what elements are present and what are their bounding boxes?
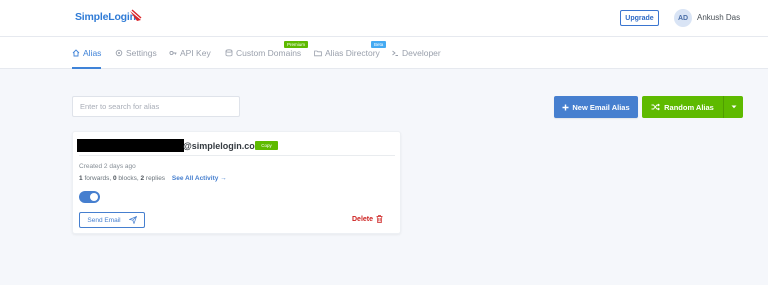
folder-icon	[314, 50, 322, 57]
active-tab-indicator	[72, 67, 101, 69]
tab-api-key-label: API Key	[180, 48, 211, 58]
send-email-label: Send Email	[87, 216, 121, 224]
replies-count: 2	[140, 175, 145, 182]
alias-card: @simplelogin.co Copy Created 2 days ago …	[72, 131, 401, 234]
app-logo[interactable]: SimpleLogin	[75, 11, 136, 23]
blocks-count: 0	[112, 175, 117, 182]
new-alias-label: New Email Alias	[572, 102, 630, 112]
trash-icon	[376, 215, 383, 223]
redacted-alias-name	[77, 139, 184, 152]
tab-custom-domains[interactable]: Custom Domains	[225, 48, 301, 58]
random-alias-dropdown[interactable]	[723, 96, 743, 118]
replies-label: replies	[145, 175, 166, 182]
avatar[interactable]: AD	[674, 9, 692, 27]
tab-settings[interactable]: Settings	[115, 48, 157, 58]
tab-settings-label: Settings	[126, 48, 157, 58]
username[interactable]: Ankush Das	[697, 13, 740, 22]
tab-alias-label: Alias	[83, 48, 102, 58]
tab-developer-label: Developer	[402, 48, 441, 58]
premium-badge: Premium	[284, 41, 309, 48]
terminal-icon	[392, 50, 398, 56]
alias-enabled-toggle[interactable]	[79, 191, 100, 203]
alias-email-domain[interactable]: @simplelogin.co	[183, 141, 255, 151]
chevron-down-icon	[731, 105, 736, 109]
random-alias-button[interactable]: Random Alias	[642, 96, 723, 118]
search-input[interactable]	[72, 96, 240, 117]
logo-mark-icon	[130, 9, 142, 21]
created-date: Created 2 days ago	[79, 163, 136, 170]
tab-alias[interactable]: Alias	[72, 48, 101, 58]
forwards-label: forwards,	[84, 175, 112, 182]
tab-api-key[interactable]: API Key	[169, 48, 211, 58]
send-email-button[interactable]: Send Email	[79, 212, 145, 228]
key-icon	[169, 50, 177, 56]
beta-badge: Beta	[371, 41, 387, 48]
forwards-count: 1	[79, 175, 83, 182]
new-alias-button[interactable]: New Email Alias	[554, 96, 638, 118]
alias-stats: 1 forwards, 0 blocks, 2 replies See All …	[79, 175, 227, 182]
copy-button[interactable]: Copy	[255, 141, 278, 150]
toggle-knob	[90, 193, 98, 201]
tab-custom-domains-label: Custom Domains	[236, 48, 302, 58]
see-all-activity-link[interactable]: See All Activity →	[172, 175, 227, 182]
alias-icon	[72, 49, 80, 57]
delete-label: Delete	[352, 215, 374, 223]
tab-alias-directory-label: Alias Directory	[325, 48, 380, 58]
blocks-label: blocks,	[118, 175, 139, 182]
upgrade-button[interactable]: Upgrade	[620, 10, 659, 26]
top-header: SimpleLogin Upgrade AD Ankush Das	[0, 0, 768, 37]
send-icon	[128, 216, 137, 224]
gear-icon	[115, 49, 123, 57]
tab-developer[interactable]: Developer	[391, 48, 441, 58]
random-alias-label: Random Alias	[664, 102, 714, 112]
card-divider	[79, 155, 395, 156]
shuffle-icon	[651, 103, 661, 111]
database-icon	[225, 49, 233, 57]
main-nav: Alias Settings API Key Custom Domains Pr…	[0, 37, 768, 69]
tab-alias-directory[interactable]: Alias Directory	[314, 48, 380, 58]
plus-icon	[562, 104, 569, 110]
delete-button[interactable]: Delete	[352, 215, 383, 223]
